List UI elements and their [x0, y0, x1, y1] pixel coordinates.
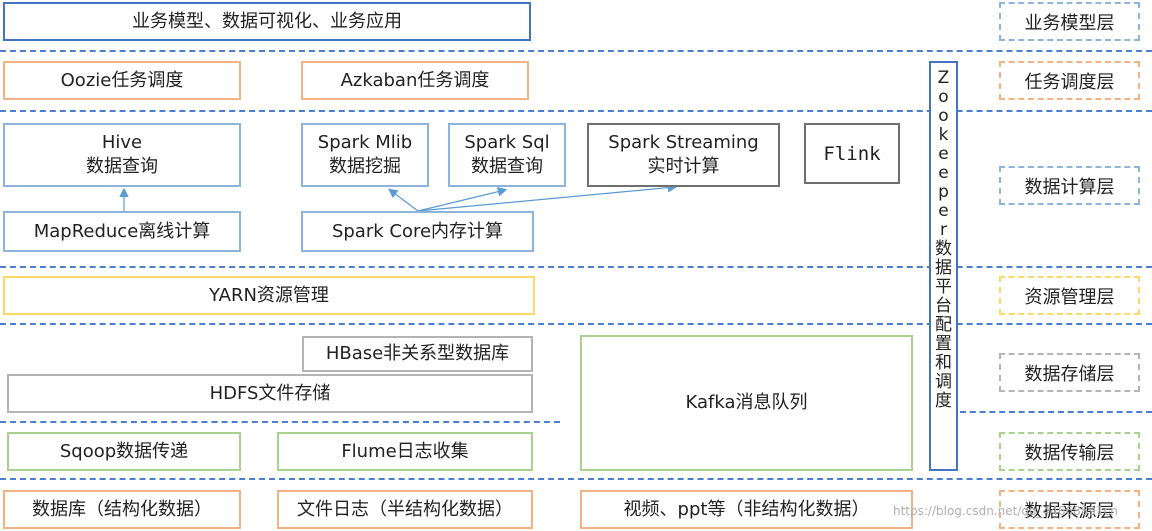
zookeeper-bar: Z o o k e e p e r 数 据 平 台 配 置 和 调 度 [929, 61, 958, 471]
spark-mlib-box: Spark Mlib 数据挖掘 [301, 123, 429, 187]
spark-streaming-subtitle: 实时计算 [647, 156, 720, 177]
mapreduce-text: MapReduce离线计算 [33, 220, 211, 242]
azkaban-text: Azkaban任务调度 [340, 69, 490, 91]
hbase-text: HBase非关系型数据库 [325, 343, 510, 364]
mapreduce-box: MapReduce离线计算 [3, 211, 241, 252]
arrow-core-to-streaming [417, 182, 678, 212]
filelog-source-text: 文件日志（半结构化数据） [297, 498, 513, 520]
business-applications-text: 业务模型、数据可视化、业务应用 [132, 10, 402, 32]
zk-char: e [938, 201, 949, 221]
video-source-box: 视频、ppt等（非结构化数据） [580, 490, 913, 529]
kafka-box: Kafka消息队列 [580, 335, 913, 471]
zk-char: 调 [935, 372, 952, 392]
zk-char: o [938, 106, 949, 126]
hive-title: Hive [101, 132, 143, 153]
spark-mlib-title: Spark Mlib [317, 132, 413, 153]
business-applications-box: 业务模型、数据可视化、业务应用 [3, 2, 531, 41]
hbase-box: HBase非关系型数据库 [302, 336, 533, 372]
zk-char: 据 [935, 258, 952, 278]
arrow-core-to-mlib [388, 188, 419, 212]
zk-char: Z [937, 68, 950, 88]
azkaban-box: Azkaban任务调度 [301, 61, 529, 100]
filelog-source-box: 文件日志（半结构化数据） [277, 490, 533, 529]
flume-text: Flume日志收集 [341, 440, 469, 462]
yarn-text: YARN资源管理 [209, 284, 329, 306]
spark-core-box: Spark Core内存计算 [301, 211, 534, 252]
zk-char: 和 [935, 353, 952, 373]
zk-char: 置 [935, 334, 952, 354]
oozie-text: Oozie任务调度 [60, 69, 184, 91]
label-resource-layer: 资源管理层 [999, 276, 1140, 315]
kafka-text: Kafka消息队列 [685, 392, 808, 413]
hdfs-text: HDFS文件存储 [209, 382, 331, 404]
spark-core-text: Spark Core内存计算 [331, 220, 504, 242]
database-source-text: 数据库（结构化数据） [32, 498, 212, 520]
watermark: https://blog.csdn.net/qq_44668891cn [893, 504, 1118, 518]
sqoop-box: Sqoop数据传递 [7, 432, 241, 471]
yarn-box: YARN资源管理 [3, 276, 535, 315]
label-resource-text: 资源管理层 [1024, 286, 1115, 308]
label-transport-layer: 数据传输层 [999, 432, 1140, 471]
zk-char: 数 [935, 239, 952, 259]
zk-char: e [938, 144, 949, 164]
spark-sql-subtitle: 数据查询 [471, 156, 543, 177]
spark-mlib-subtitle: 数据挖掘 [329, 156, 401, 177]
spark-streaming-box: Spark Streaming 实时计算 [587, 123, 780, 187]
label-scheduling-layer: 任务调度层 [999, 61, 1140, 100]
flink-box: Flink [804, 123, 900, 184]
zk-char: o [938, 87, 949, 107]
spark-streaming-title: Spark Streaming [608, 132, 759, 153]
arrow-core-to-sql [417, 187, 508, 212]
zk-char: e [938, 163, 949, 183]
hdfs-box: HDFS文件存储 [7, 374, 533, 413]
oozie-box: Oozie任务调度 [3, 61, 241, 100]
label-compute-text: 数据计算层 [1024, 176, 1115, 198]
zk-char: p [938, 182, 949, 202]
hive-box: Hive 数据查询 [3, 123, 241, 187]
video-source-text: 视频、ppt等（非结构化数据） [623, 498, 870, 520]
zk-char: 台 [935, 296, 952, 316]
label-compute-layer: 数据计算层 [999, 166, 1140, 205]
zk-char: 配 [935, 315, 952, 335]
label-scheduling-text: 任务调度层 [1024, 71, 1115, 93]
hive-subtitle: 数据查询 [86, 156, 158, 177]
spark-sql-title: Spark Sql [464, 132, 550, 153]
zk-char: r [940, 220, 947, 240]
spark-sql-box: Spark Sql 数据查询 [448, 123, 566, 187]
zk-char: 平 [935, 277, 952, 297]
label-transport-text: 数据传输层 [1024, 442, 1115, 464]
label-business-text: 业务模型层 [1024, 12, 1115, 34]
flume-box: Flume日志收集 [277, 432, 533, 471]
zk-char: 度 [935, 391, 952, 411]
label-storage-text: 数据存储层 [1024, 363, 1115, 385]
sqoop-text: Sqoop数据传递 [59, 440, 189, 462]
label-business-layer: 业务模型层 [999, 2, 1140, 41]
zk-char: k [938, 125, 949, 145]
label-storage-layer: 数据存储层 [999, 353, 1140, 392]
database-source-box: 数据库（结构化数据） [3, 490, 241, 529]
flink-text: Flink [823, 142, 881, 165]
